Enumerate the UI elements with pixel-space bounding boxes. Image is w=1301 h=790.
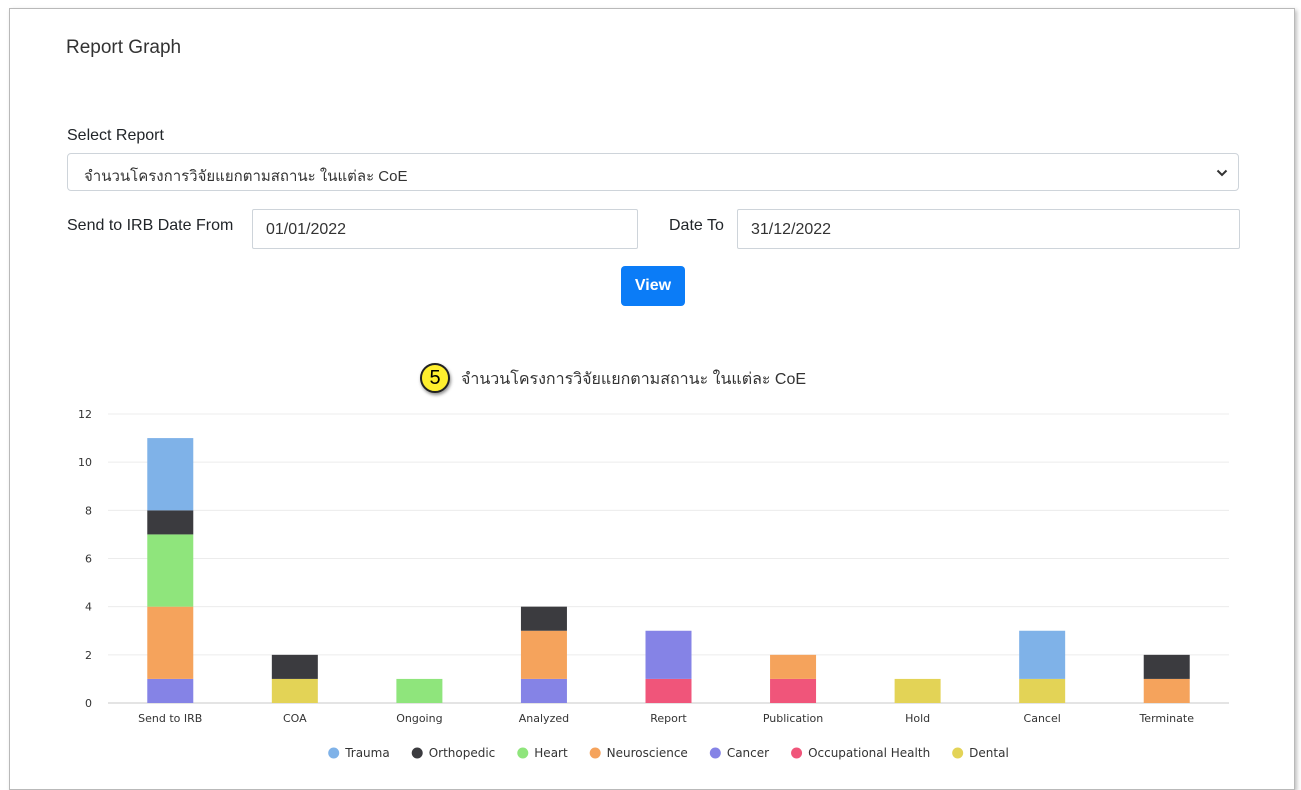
y-tick-label: 8 — [85, 504, 92, 517]
y-tick-label: 2 — [85, 649, 92, 662]
stacked-bar-chart: 0 2 4 6 8 10 12 Send to IRB COA Ongoing Analyzed Re… — [78, 408, 1229, 760]
bar-segment — [271, 678, 318, 703]
bar-segment — [645, 630, 692, 679]
legend-label: Occupational Health — [808, 746, 930, 760]
legend-swatch — [517, 747, 529, 759]
x-tick-label: Cancel — [1024, 712, 1061, 725]
y-tick-label: 12 — [78, 408, 92, 421]
legend-swatch — [709, 747, 721, 759]
bar-segment — [1019, 678, 1066, 703]
y-tick-label: 6 — [85, 553, 92, 566]
legend-label: Heart — [534, 746, 568, 760]
bar-segment — [1143, 678, 1190, 703]
bar-segment — [520, 606, 567, 631]
bar-segment — [520, 678, 567, 703]
y-tick-label: 4 — [85, 601, 92, 614]
legend-label: Neuroscience — [607, 746, 688, 760]
legend-swatch — [791, 747, 803, 759]
legend-swatch — [589, 747, 601, 759]
legend-label: Trauma — [344, 746, 390, 760]
y-tick-label: 10 — [78, 456, 92, 469]
legend-label: Orthopedic — [429, 746, 496, 760]
legend-swatch — [952, 747, 964, 759]
bar-segment — [770, 654, 817, 679]
bar-segment — [147, 678, 194, 703]
bar-segment — [271, 654, 318, 679]
bar-segment — [1019, 630, 1066, 679]
bar-segment — [396, 678, 443, 703]
bar-segment — [1143, 654, 1190, 679]
x-tick-label: Report — [650, 712, 687, 725]
bar-segment — [645, 678, 692, 703]
bar-segment — [520, 630, 567, 679]
legend-swatch — [328, 747, 340, 759]
x-tick-label: Hold — [905, 712, 930, 725]
x-tick-label: Send to IRB — [138, 712, 202, 725]
x-tick-label: Publication — [763, 712, 823, 725]
x-tick-label: Ongoing — [396, 712, 442, 725]
legend-label: Dental — [969, 746, 1009, 760]
bar-segment — [147, 510, 194, 535]
bar-segment — [147, 606, 194, 679]
x-tick-label: COA — [283, 712, 307, 725]
bar-segment — [894, 678, 941, 703]
legend-swatch — [411, 747, 423, 759]
bar-segment — [147, 534, 194, 607]
bar-segment — [770, 678, 817, 703]
y-tick-label: 0 — [85, 697, 92, 710]
legend-label: Cancer — [727, 746, 769, 760]
bar-segment — [147, 438, 194, 511]
x-tick-label: Terminate — [1138, 712, 1194, 725]
x-tick-label: Analyzed — [519, 712, 569, 725]
